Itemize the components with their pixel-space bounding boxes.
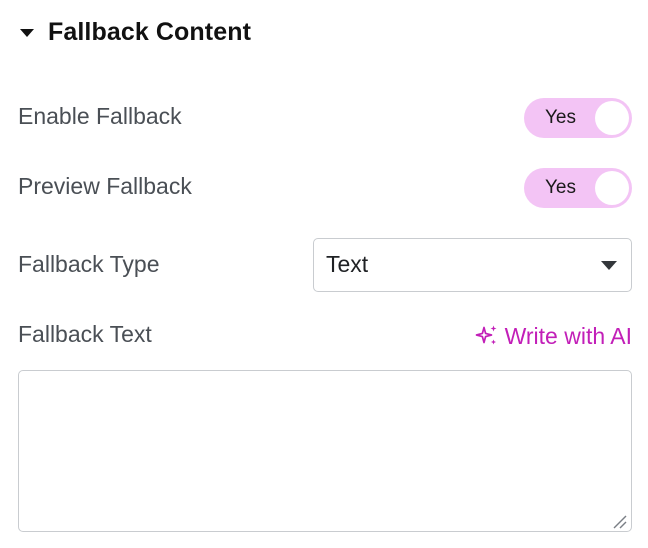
preview-fallback-label: Preview Fallback	[18, 173, 192, 199]
write-with-ai-button[interactable]: Write with AI	[475, 320, 632, 352]
caret-down-icon	[20, 29, 34, 37]
fallback-text-input[interactable]	[18, 370, 632, 532]
fallback-type-select[interactable]: Text	[313, 238, 632, 292]
fallback-text-label: Fallback Text	[18, 321, 152, 347]
enable-fallback-toggle[interactable]: Yes	[524, 98, 632, 138]
preview-fallback-toggle-label: Yes	[545, 177, 576, 198]
section-header-fallback-content[interactable]: Fallback Content	[20, 14, 251, 50]
toggle-knob	[595, 171, 629, 205]
enable-fallback-toggle-label: Yes	[545, 107, 576, 128]
preview-fallback-toggle[interactable]: Yes	[524, 168, 632, 208]
sparkle-icon	[475, 325, 497, 345]
fallback-content-panel: Fallback Content Enable Fallback Yes Pre…	[0, 0, 648, 548]
chevron-down-icon	[601, 261, 617, 270]
fallback-type-selected-value: Text	[326, 251, 369, 277]
write-with-ai-label: Write with AI	[504, 322, 632, 349]
toggle-knob	[595, 101, 629, 135]
section-title: Fallback Content	[48, 17, 252, 46]
fallback-type-label: Fallback Type	[18, 251, 160, 277]
resize-handle-icon[interactable]	[611, 513, 627, 529]
enable-fallback-label: Enable Fallback	[18, 103, 182, 129]
